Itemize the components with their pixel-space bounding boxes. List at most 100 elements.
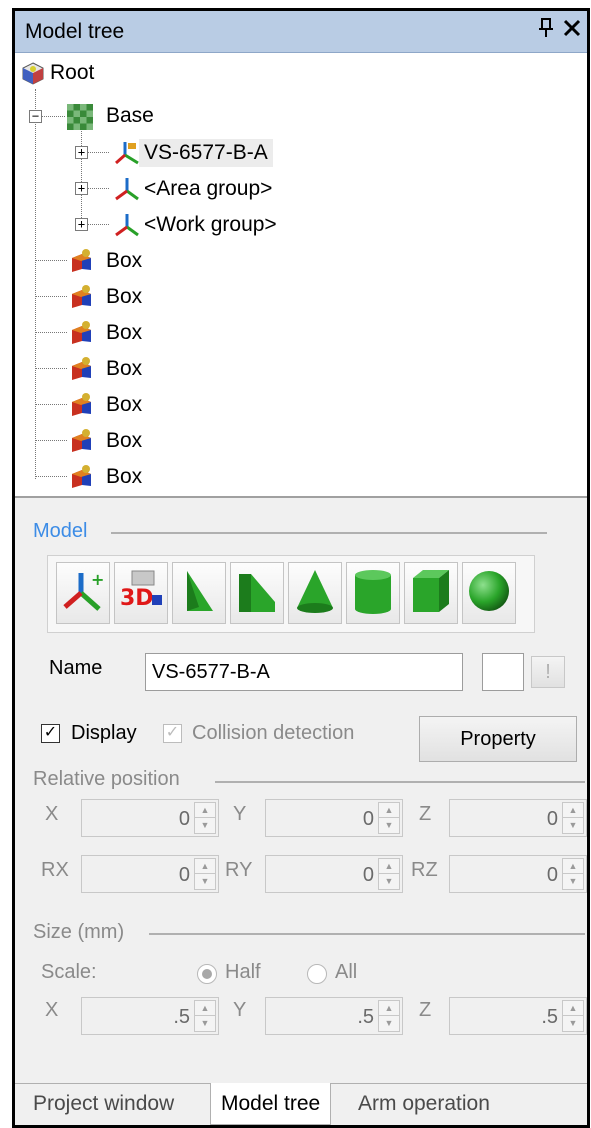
- name-label: Name: [49, 657, 103, 679]
- size-z-label: Z: [419, 999, 432, 1021]
- size-y-label: Y: [233, 999, 247, 1021]
- close-icon[interactable]: [563, 16, 581, 43]
- arrow-down-icon[interactable]: ▼: [563, 874, 583, 889]
- tab-project-window[interactable]: Project window: [23, 1084, 184, 1124]
- tree-node-label: Box: [106, 357, 143, 380]
- expand-icon[interactable]: +: [75, 146, 88, 159]
- tree-node-work-group[interactable]: <Work group>: [115, 209, 282, 241]
- pin-icon[interactable]: [539, 18, 553, 44]
- rel-y-label: Y: [233, 803, 247, 825]
- tree-connector: [35, 476, 67, 477]
- tree-node-box[interactable]: Box: [69, 389, 147, 421]
- rel-rz-value: 0: [546, 864, 558, 886]
- cone-icon: [293, 568, 337, 619]
- arrow-up-icon[interactable]: ▲: [195, 1001, 215, 1016]
- collapse-icon[interactable]: −: [29, 110, 42, 123]
- root-cube-icon: [21, 61, 45, 85]
- tree-node-box[interactable]: Box: [69, 317, 147, 349]
- cylinder-button[interactable]: [346, 562, 400, 624]
- rel-x-spinner[interactable]: 0 ▲ ▼: [81, 799, 219, 837]
- size-x-spinner[interactable]: .5 ▲ ▼: [81, 997, 219, 1035]
- spinner-arrows[interactable]: ▲ ▼: [562, 1000, 584, 1032]
- name-input[interactable]: VS-6577-B-A: [145, 653, 463, 691]
- import-3d-button[interactable]: 3D: [114, 562, 168, 624]
- spinner-arrows[interactable]: ▲ ▼: [562, 802, 584, 834]
- rel-y-value: 0: [362, 808, 374, 830]
- property-button[interactable]: Property: [419, 716, 577, 762]
- arrow-down-icon[interactable]: ▼: [379, 1016, 399, 1031]
- scale-half-radio[interactable]: [197, 964, 217, 984]
- model-section-heading: Model: [33, 520, 88, 542]
- wedge-button[interactable]: [230, 562, 284, 624]
- arrow-up-icon[interactable]: ▲: [563, 859, 583, 874]
- tree-connector: [87, 152, 109, 153]
- tree-node-base[interactable]: Base: [67, 100, 159, 132]
- tree-node-box[interactable]: Box: [69, 281, 147, 313]
- rel-ry-spinner[interactable]: 0 ▲ ▼: [265, 855, 403, 893]
- tree-node-area-group[interactable]: <Area group>: [115, 173, 277, 205]
- sphere-button[interactable]: [462, 562, 516, 624]
- tree-connector: [35, 332, 67, 333]
- tab-model-tree[interactable]: Model tree: [210, 1083, 332, 1125]
- cube-icon: [409, 568, 453, 619]
- size-z-spinner[interactable]: .5 ▲ ▼: [449, 997, 587, 1035]
- rel-y-spinner[interactable]: 0 ▲ ▼: [265, 799, 403, 837]
- relative-position-heading: Relative position: [33, 768, 180, 790]
- axes-icon: [115, 177, 139, 201]
- tree-node-robot[interactable]: VS-6577-B-A: [115, 137, 273, 169]
- tab-arm-operation[interactable]: Arm operation: [348, 1084, 500, 1124]
- add-frame-button[interactable]: +: [56, 562, 110, 624]
- arrow-down-icon[interactable]: ▼: [379, 818, 399, 833]
- tree-node-box[interactable]: Box: [69, 461, 147, 493]
- spinner-arrows[interactable]: ▲ ▼: [562, 858, 584, 890]
- arrow-down-icon[interactable]: ▼: [379, 874, 399, 889]
- spinner-arrows[interactable]: ▲ ▼: [194, 858, 216, 890]
- model-tree[interactable]: Root − Base + VS-6577-B-A + <Area group>…: [15, 53, 587, 498]
- color-swatch[interactable]: [482, 653, 524, 691]
- arrow-down-icon[interactable]: ▼: [195, 1016, 215, 1031]
- tree-node-root[interactable]: Root: [21, 57, 99, 89]
- add-frame-icon: +: [63, 569, 104, 618]
- robot-axes-icon: [115, 141, 139, 165]
- arrow-up-icon[interactable]: ▲: [563, 1001, 583, 1016]
- rel-rx-spinner[interactable]: 0 ▲ ▼: [81, 855, 219, 893]
- tree-node-label: Base: [106, 104, 154, 127]
- expand-icon[interactable]: +: [75, 218, 88, 231]
- collision-detection-checkbox[interactable]: ✓: [163, 724, 182, 743]
- arrow-up-icon[interactable]: ▲: [195, 859, 215, 874]
- tree-node-box[interactable]: Box: [69, 353, 147, 385]
- triangle-prism-button[interactable]: [172, 562, 226, 624]
- arrow-up-icon[interactable]: ▲: [379, 803, 399, 818]
- rel-ry-value: 0: [362, 864, 374, 886]
- arrow-up-icon[interactable]: ▲: [379, 859, 399, 874]
- arrow-down-icon[interactable]: ▼: [195, 874, 215, 889]
- rel-rz-spinner[interactable]: 0 ▲ ▼: [449, 855, 587, 893]
- rel-x-label: X: [45, 803, 59, 825]
- tree-node-label: Box: [106, 429, 143, 452]
- rel-rz-label: RZ: [411, 859, 438, 881]
- arrow-up-icon[interactable]: ▲: [379, 1001, 399, 1016]
- box-shape-icon: [69, 465, 93, 489]
- display-label: Display: [71, 722, 137, 744]
- rel-z-spinner[interactable]: 0 ▲ ▼: [449, 799, 587, 837]
- spinner-arrows[interactable]: ▲ ▼: [194, 1000, 216, 1032]
- spinner-arrows[interactable]: ▲ ▼: [194, 802, 216, 834]
- tree-node-box[interactable]: Box: [69, 245, 147, 277]
- arrow-up-icon[interactable]: ▲: [195, 803, 215, 818]
- warning-button[interactable]: !: [531, 656, 565, 688]
- spinner-arrows[interactable]: ▲ ▼: [378, 858, 400, 890]
- size-y-spinner[interactable]: .5 ▲ ▼: [265, 997, 403, 1035]
- wedge-icon: [235, 568, 279, 619]
- spinner-arrows[interactable]: ▲ ▼: [378, 802, 400, 834]
- arrow-down-icon[interactable]: ▼: [563, 1016, 583, 1031]
- arrow-down-icon[interactable]: ▼: [563, 818, 583, 833]
- expand-icon[interactable]: +: [75, 182, 88, 195]
- spinner-arrows[interactable]: ▲ ▼: [378, 1000, 400, 1032]
- display-checkbox[interactable]: ✓: [41, 724, 60, 743]
- cone-button[interactable]: [288, 562, 342, 624]
- arrow-up-icon[interactable]: ▲: [563, 803, 583, 818]
- scale-all-radio[interactable]: [307, 964, 327, 984]
- cube-button[interactable]: [404, 562, 458, 624]
- tree-node-box[interactable]: Box: [69, 425, 147, 457]
- arrow-down-icon[interactable]: ▼: [195, 818, 215, 833]
